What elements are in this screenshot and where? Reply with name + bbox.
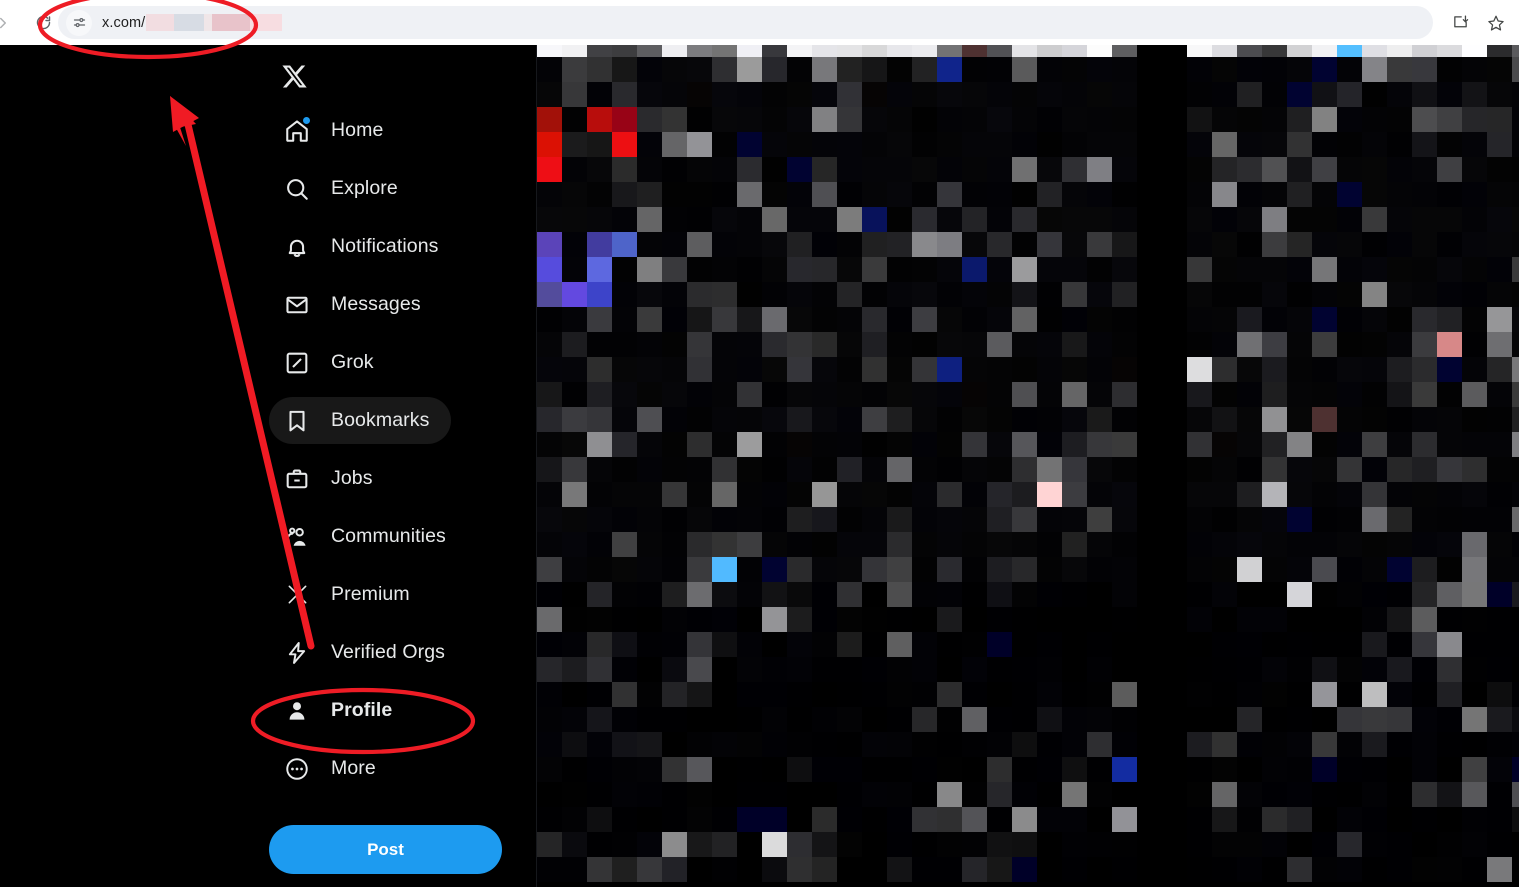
x-premium-icon (282, 580, 312, 610)
sidebar-item-label: Verified Orgs (331, 641, 446, 663)
search-icon (282, 174, 312, 204)
sidebar-item-label: Grok (331, 351, 374, 373)
screenshot-root: x.com/ Home Explore Notifications Messag… (0, 0, 1519, 887)
sidebar-item-label: Bookmarks (331, 409, 430, 431)
sidebar-item-grok[interactable]: Grok (269, 339, 396, 386)
home-badge-dot (303, 116, 310, 124)
toolbar-right-icons (1447, 6, 1509, 39)
sidebar-item-label: Jobs (331, 467, 373, 489)
redacted-content-area[interactable] (537, 45, 1519, 887)
sidebar-item-communities[interactable]: Communities (269, 513, 468, 560)
sidebar-item-messages[interactable]: Messages (269, 281, 443, 328)
sidebar-item-label: Notifications (331, 235, 439, 257)
forward-arrow-icon[interactable] (0, 8, 18, 38)
lightning-bolt-icon (282, 638, 312, 668)
post-button[interactable]: Post (269, 825, 502, 874)
bell-icon (282, 232, 312, 262)
grok-icon (282, 348, 312, 378)
communities-icon (282, 522, 312, 552)
sidebar-item-label: More (331, 757, 376, 779)
person-icon (282, 696, 312, 726)
briefcase-icon (282, 464, 312, 494)
sidebar-item-label: Explore (331, 177, 398, 199)
sidebar-item-label: Messages (331, 293, 421, 315)
sidebar-item-more[interactable]: More (269, 745, 398, 792)
sidebar-nav: Home Explore Notifications Messages Grok… (269, 107, 509, 803)
sidebar-item-premium[interactable]: Premium (269, 571, 432, 618)
sidebar-item-bookmarks[interactable]: Bookmarks (269, 397, 452, 444)
sidebar-item-home[interactable]: Home (269, 107, 405, 154)
sidebar: Home Explore Notifications Messages Grok… (0, 45, 537, 887)
sidebar-item-label: Home (331, 119, 384, 141)
envelope-icon (282, 290, 312, 320)
reload-icon[interactable] (28, 8, 58, 38)
sidebar-item-notifications[interactable]: Notifications (269, 223, 461, 270)
sidebar-item-label: Profile (331, 699, 393, 721)
sidebar-item-jobs[interactable]: Jobs (269, 455, 395, 502)
column-divider (1141, 45, 1165, 887)
url-prefix: x.com/ (102, 14, 146, 31)
sidebar-item-explore[interactable]: Explore (269, 165, 420, 212)
omnibox-url[interactable]: x.com/ (58, 6, 1433, 39)
sidebar-item-label: Communities (331, 525, 446, 547)
url-redacted-blocks (146, 14, 283, 31)
more-circle-icon (282, 754, 312, 784)
home-icon (282, 116, 312, 146)
sidebar-item-profile[interactable]: Profile (269, 687, 414, 734)
sidebar-item-verified-orgs[interactable]: Verified Orgs (269, 629, 467, 676)
bookmark-star-icon[interactable] (1483, 10, 1509, 36)
sidebar-item-label: Premium (331, 583, 410, 605)
x-logo-icon[interactable] (276, 58, 312, 94)
page-body: Home Explore Notifications Messages Grok… (0, 45, 1519, 887)
bookmark-icon (282, 406, 312, 436)
tune-sliders-icon[interactable] (66, 9, 92, 36)
url-text: x.com/ (102, 14, 283, 31)
browser-toolbar: x.com/ (0, 0, 1519, 45)
install-app-icon[interactable] (1447, 10, 1473, 36)
